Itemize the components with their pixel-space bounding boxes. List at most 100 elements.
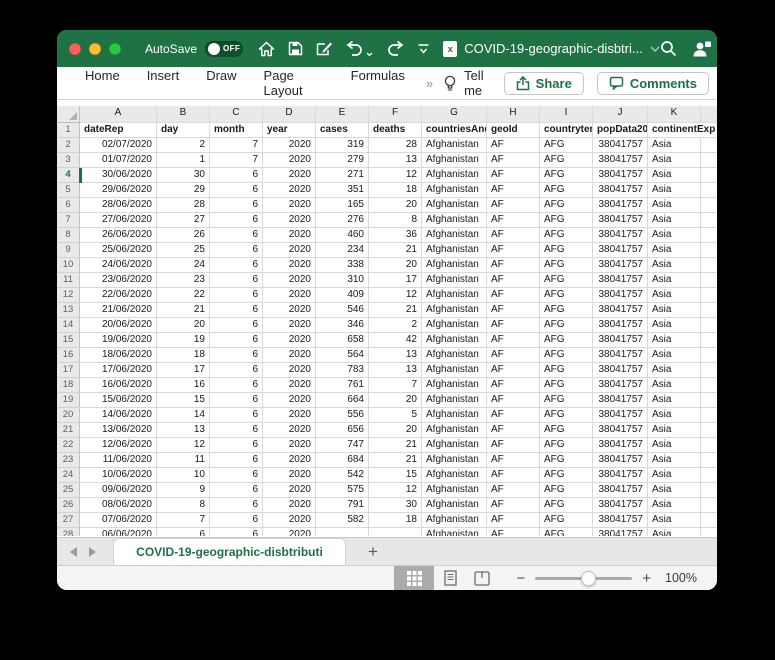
cell-E15[interactable]: 658 xyxy=(316,333,369,348)
cell-A2[interactable]: 02/07/2020 xyxy=(80,138,157,153)
zoom-out-button[interactable]: − xyxy=(516,571,525,586)
cell-A18[interactable]: 16/06/2020 xyxy=(80,378,157,393)
cell-F26[interactable]: 30 xyxy=(369,498,422,513)
cell-D26[interactable]: 2020 xyxy=(263,498,316,513)
comments-button[interactable]: Comments xyxy=(596,71,709,95)
cell-A13[interactable]: 21/06/2020 xyxy=(80,303,157,318)
cell-H6[interactable]: AF xyxy=(487,198,540,213)
cell-C12[interactable]: 6 xyxy=(210,288,263,303)
cell-C19[interactable]: 6 xyxy=(210,393,263,408)
cell-F7[interactable]: 8 xyxy=(369,213,422,228)
cell-J3[interactable]: 38041757 xyxy=(593,153,648,168)
cell-D28[interactable]: 2020 xyxy=(263,528,316,536)
tell-me-button[interactable]: Tell me xyxy=(464,68,504,98)
cell-K9[interactable]: Asia xyxy=(648,243,701,258)
cell-C21[interactable]: 6 xyxy=(210,423,263,438)
cell-B20[interactable]: 14 xyxy=(157,408,210,423)
share-button[interactable]: Share xyxy=(503,71,584,95)
cell-A10[interactable]: 24/06/2020 xyxy=(80,258,157,273)
cell-C11[interactable]: 6 xyxy=(210,273,263,288)
next-sheet-arrow-icon[interactable] xyxy=(89,546,96,557)
cell-K6[interactable]: Asia xyxy=(648,198,701,213)
cell-C28[interactable]: 6 xyxy=(210,528,263,536)
cell-A12[interactable]: 22/06/2020 xyxy=(80,288,157,303)
cell-H24[interactable]: AF xyxy=(487,468,540,483)
cell-B23[interactable]: 11 xyxy=(157,453,210,468)
ribbon-overflow-chevrons[interactable]: » xyxy=(426,76,433,91)
cell-I11[interactable]: AFG xyxy=(540,273,593,288)
cell-K1[interactable]: continentExp xyxy=(648,123,715,138)
cell-E9[interactable]: 234 xyxy=(316,243,369,258)
edit-icon[interactable] xyxy=(316,41,333,56)
column-header-I[interactable]: I xyxy=(540,106,593,123)
cell-G27[interactable]: Afghanistan xyxy=(422,513,487,528)
cell-D21[interactable]: 2020 xyxy=(263,423,316,438)
cell-I21[interactable]: AFG xyxy=(540,423,593,438)
column-header-B[interactable]: B xyxy=(157,106,210,123)
cell-B27[interactable]: 7 xyxy=(157,513,210,528)
cell-B11[interactable]: 23 xyxy=(157,273,210,288)
cell-F12[interactable]: 12 xyxy=(369,288,422,303)
cell-J1[interactable]: popData20 xyxy=(593,123,648,138)
cell-D27[interactable]: 2020 xyxy=(263,513,316,528)
cell-D4[interactable]: 2020 xyxy=(263,168,316,183)
cell-K5[interactable]: Asia xyxy=(648,183,701,198)
page-layout-view-button[interactable] xyxy=(434,566,466,590)
cell-A17[interactable]: 17/06/2020 xyxy=(80,363,157,378)
cell-K4[interactable]: Asia xyxy=(648,168,701,183)
cell-C1[interactable]: month xyxy=(210,123,263,138)
cell-partial-3[interactable] xyxy=(701,153,717,168)
cell-H14[interactable]: AF xyxy=(487,318,540,333)
row-header-6[interactable]: 6 xyxy=(57,198,80,213)
row-header-2[interactable]: 2 xyxy=(57,138,80,153)
cell-E7[interactable]: 276 xyxy=(316,213,369,228)
cell-E24[interactable]: 542 xyxy=(316,468,369,483)
cell-G1[interactable]: countriesAndT xyxy=(422,123,487,138)
cell-E16[interactable]: 564 xyxy=(316,348,369,363)
row-header-25[interactable]: 25 xyxy=(57,483,80,498)
cell-partial-21[interactable] xyxy=(701,423,717,438)
cell-H16[interactable]: AF xyxy=(487,348,540,363)
document-title[interactable]: COVID-19-geographic-disbtri... xyxy=(464,41,642,56)
cell-J13[interactable]: 38041757 xyxy=(593,303,648,318)
cell-partial-8[interactable] xyxy=(701,228,717,243)
cell-I19[interactable]: AFG xyxy=(540,393,593,408)
column-header-J[interactable]: J xyxy=(593,106,648,123)
cell-A20[interactable]: 14/06/2020 xyxy=(80,408,157,423)
cell-E25[interactable]: 575 xyxy=(316,483,369,498)
cell-C25[interactable]: 6 xyxy=(210,483,263,498)
row-header-5[interactable]: 5 xyxy=(57,183,80,198)
cell-H8[interactable]: AF xyxy=(487,228,540,243)
cell-J24[interactable]: 38041757 xyxy=(593,468,648,483)
redo-icon[interactable] xyxy=(386,40,404,57)
cell-H28[interactable]: AF xyxy=(487,528,540,536)
cell-J21[interactable]: 38041757 xyxy=(593,423,648,438)
cell-D20[interactable]: 2020 xyxy=(263,408,316,423)
cell-A21[interactable]: 13/06/2020 xyxy=(80,423,157,438)
cell-E11[interactable]: 310 xyxy=(316,273,369,288)
cell-H2[interactable]: AF xyxy=(487,138,540,153)
cell-G28[interactable]: Afghanistan xyxy=(422,528,487,536)
cell-B8[interactable]: 26 xyxy=(157,228,210,243)
cell-B22[interactable]: 12 xyxy=(157,438,210,453)
cell-I5[interactable]: AFG xyxy=(540,183,593,198)
cell-partial-9[interactable] xyxy=(701,243,717,258)
row-header-27[interactable]: 27 xyxy=(57,513,80,528)
cell-C16[interactable]: 6 xyxy=(210,348,263,363)
cell-F25[interactable]: 12 xyxy=(369,483,422,498)
cell-G18[interactable]: Afghanistan xyxy=(422,378,487,393)
cell-J20[interactable]: 38041757 xyxy=(593,408,648,423)
row-header-24[interactable]: 24 xyxy=(57,468,80,483)
cell-I18[interactable]: AFG xyxy=(540,378,593,393)
cell-J22[interactable]: 38041757 xyxy=(593,438,648,453)
ribbon-tab-insert[interactable]: Insert xyxy=(147,68,180,98)
cell-B14[interactable]: 20 xyxy=(157,318,210,333)
cell-partial-6[interactable] xyxy=(701,198,717,213)
cell-partial-16[interactable] xyxy=(701,348,717,363)
cell-A5[interactable]: 29/06/2020 xyxy=(80,183,157,198)
row-header-14[interactable]: 14 xyxy=(57,318,80,333)
cell-I9[interactable]: AFG xyxy=(540,243,593,258)
cell-A23[interactable]: 11/06/2020 xyxy=(80,453,157,468)
cell-H3[interactable]: AF xyxy=(487,153,540,168)
cell-I17[interactable]: AFG xyxy=(540,363,593,378)
